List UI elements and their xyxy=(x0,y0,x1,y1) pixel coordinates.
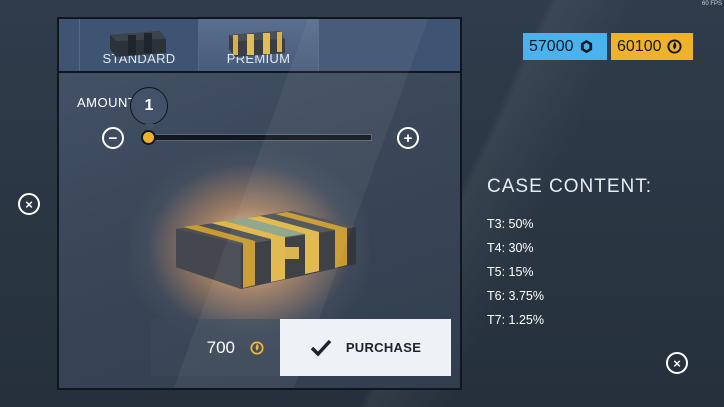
decrease-amount-button[interactable]: − xyxy=(102,127,124,149)
coin-balance: 60100 xyxy=(611,33,693,60)
premium-chest-icon xyxy=(229,31,285,57)
coin-balance-value: 60100 xyxy=(617,37,662,55)
premium-chest-image xyxy=(176,211,356,289)
list-item: T4: 30% xyxy=(487,241,534,255)
purchase-button[interactable]: PURCHASE xyxy=(280,319,451,376)
amount-slider-handle[interactable] xyxy=(141,130,156,145)
increase-amount-button[interactable]: + xyxy=(397,127,419,149)
coin-icon xyxy=(249,340,265,356)
standard-chest-icon xyxy=(110,31,166,57)
amount-slider[interactable] xyxy=(146,134,372,141)
gem-icon xyxy=(579,39,595,55)
list-item: T5: 15% xyxy=(487,265,534,279)
gem-balance-value: 57000 xyxy=(529,37,574,55)
list-item: T6: 3.75% xyxy=(487,289,544,303)
fps-counter: 60 FPS xyxy=(701,1,722,7)
price-display: 700 xyxy=(151,319,281,376)
gem-balance: 57000 xyxy=(523,33,607,60)
tab-standard[interactable]: STANDARD xyxy=(79,19,199,71)
tab-premium[interactable]: PREMIUM xyxy=(199,19,319,71)
purchase-button-label: PURCHASE xyxy=(345,340,422,355)
checkmark-icon xyxy=(310,339,332,357)
amount-value: 1 xyxy=(130,87,168,132)
amount-label: AMOUNT xyxy=(77,95,137,110)
price-value: 700 xyxy=(206,337,235,357)
close-icon[interactable]: × xyxy=(18,193,40,215)
list-item: T3: 50% xyxy=(487,217,534,231)
close-icon[interactable]: × xyxy=(666,352,688,374)
case-content-list: T3: 50% T4: 30% T5: 15% T6: 3.75% T7: 1.… xyxy=(487,216,544,336)
case-tabs: STANDARD PREMIUM xyxy=(59,19,460,73)
case-content-title: CASE CONTENT: xyxy=(487,176,653,197)
coin-icon xyxy=(667,39,683,55)
shop-panel: STANDARD PREMIUM AMOUNT 1 − + 700 PURCHA… xyxy=(57,17,462,390)
list-item: T7: 1.25% xyxy=(487,313,544,327)
